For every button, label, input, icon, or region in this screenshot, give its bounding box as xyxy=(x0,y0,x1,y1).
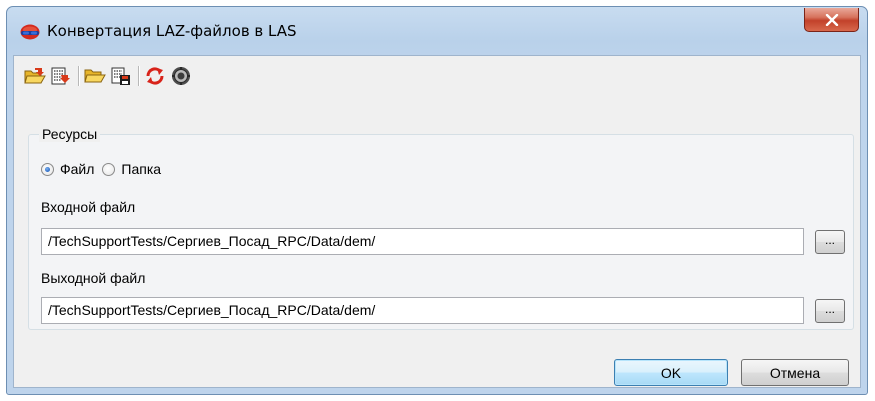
close-icon xyxy=(825,13,838,26)
file-radio-label[interactable]: Файл xyxy=(60,161,94,177)
resources-group: Ресурсы Файл Папка Входной файл /TechSup… xyxy=(28,126,854,330)
save-list-icon xyxy=(51,67,70,85)
dialog-client-area: Ресурсы Файл Папка Входной файл /TechSup… xyxy=(13,55,861,388)
title-bar[interactable]: Конвертация LAZ-файлов в LAS xyxy=(7,7,867,55)
app-logo-icon xyxy=(20,24,40,40)
file-radio[interactable] xyxy=(41,162,54,176)
input-file-browse-button[interactable]: ... xyxy=(815,230,845,254)
open-list-button[interactable] xyxy=(24,65,46,87)
input-file-label: Входной файл xyxy=(41,199,136,215)
resource-type-radio-group: Файл Папка xyxy=(41,161,169,177)
output-file-browse-button[interactable]: ... xyxy=(815,299,845,323)
refresh-button[interactable] xyxy=(144,65,166,87)
open-list-icon xyxy=(24,68,46,84)
resources-group-label: Ресурсы xyxy=(39,126,101,142)
folder-radio-label[interactable]: Папка xyxy=(121,161,161,177)
save-button[interactable] xyxy=(110,65,132,87)
ok-button[interactable]: OK xyxy=(614,359,728,386)
toolbar xyxy=(14,56,860,94)
save-list-button[interactable] xyxy=(50,65,72,87)
cancel-button[interactable]: Отмена xyxy=(741,359,849,386)
open-folder-icon xyxy=(84,69,106,83)
output-file-label: Выходной файл xyxy=(41,270,146,286)
dialog-window: Конвертация LAZ-файлов в LAS Ресурсы Фай… xyxy=(6,6,868,395)
refresh-icon xyxy=(146,67,164,85)
folder-radio[interactable] xyxy=(102,162,116,176)
input-file-field[interactable]: /TechSupportTests/Сергиев_Посад_RPC/Data… xyxy=(41,228,804,255)
open-folder-button[interactable] xyxy=(84,65,106,87)
output-file-field[interactable]: /TechSupportTests/Сергиев_Посад_RPC/Data… xyxy=(41,297,804,324)
process-icon xyxy=(172,67,190,85)
save-icon xyxy=(111,67,130,85)
window-title: Конвертация LAZ-файлов в LAS xyxy=(47,22,297,40)
process-button[interactable] xyxy=(170,65,192,87)
close-button[interactable] xyxy=(804,8,859,32)
